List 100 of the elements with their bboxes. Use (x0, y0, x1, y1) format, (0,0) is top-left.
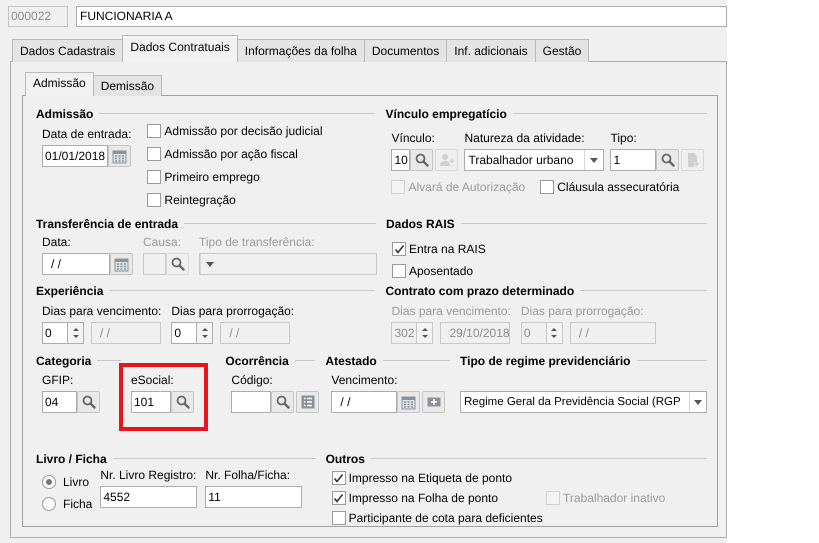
list-icon (300, 395, 315, 409)
field-label: Data: (42, 235, 72, 250)
checkbox[interactable] (332, 471, 346, 485)
checkbox-label: Entra na RAIS (409, 242, 486, 256)
radio-button[interactable] (42, 497, 56, 511)
search-icon (170, 257, 184, 271)
date-field: / / (91, 322, 161, 344)
checkbox-label: Impresso na Folha de ponto (348, 491, 498, 505)
section-title: Ocorrência (225, 354, 289, 368)
tab[interactable]: Documentos (364, 39, 448, 62)
caret-icon (694, 400, 702, 404)
spin-arrows-icon (72, 326, 80, 340)
field-label: Dias para vencimento: (42, 304, 162, 319)
date-field: 29/10/2018 (440, 322, 510, 344)
field-label: Vínculo: (391, 131, 436, 146)
add-button[interactable] (422, 391, 446, 413)
tab[interactable]: Informações da folha (236, 39, 365, 62)
section-title: Transferência de entrada (36, 216, 178, 230)
search-button[interactable] (410, 149, 434, 171)
field-label: Código: (231, 373, 274, 388)
calendar-icon (114, 256, 129, 272)
number-field[interactable]: 0 (171, 322, 196, 344)
name-field[interactable]: FUNCIONARIA A (76, 6, 727, 27)
field-label: Data de entrada: (42, 127, 132, 142)
section-title: Atestado (325, 354, 377, 368)
file-add-icon (686, 152, 700, 168)
field-label: Tipo de transferência: (199, 235, 316, 250)
search-button[interactable] (271, 391, 294, 413)
tab[interactable]: Dados Contratuais (122, 35, 238, 62)
lookup-field[interactable]: 04 (42, 391, 77, 413)
calendar-button[interactable] (110, 253, 133, 275)
checkbox-label: Impresso na Etiqueta de ponto (348, 471, 512, 485)
search-button[interactable] (77, 391, 100, 413)
checkbox-label: Trabalhador inativo (563, 491, 666, 505)
radio-button[interactable] (42, 475, 56, 489)
spin-buttons[interactable] (546, 322, 563, 344)
checkbox[interactable] (392, 264, 406, 278)
list-button[interactable] (296, 391, 320, 413)
tab[interactable]: Dados Cadastrais (12, 39, 124, 62)
dropdown[interactable]: Trabalhador urbano (464, 149, 604, 171)
tab[interactable]: Demissão (92, 75, 162, 96)
checkbox[interactable] (147, 124, 162, 138)
checkbox[interactable] (147, 170, 162, 184)
search-icon (660, 153, 675, 167)
spin-arrows-icon (420, 326, 429, 340)
lookup-field[interactable] (231, 391, 272, 413)
checkbox-label: Aposentado (409, 264, 474, 278)
calendar-icon (401, 394, 416, 410)
date-field: / / (570, 322, 656, 344)
search-button[interactable] (166, 253, 189, 275)
field-label: eSocial: (131, 373, 175, 388)
radio-label: Ficha (63, 497, 92, 511)
checkbox-label: Primeiro emprego (164, 170, 260, 184)
section-title: Vínculo empregatício (385, 106, 507, 120)
checkbox[interactable] (540, 180, 554, 194)
spin-buttons[interactable] (67, 322, 84, 344)
caret-icon (590, 158, 598, 162)
radio-label: Livro (63, 475, 90, 489)
lookup-field[interactable]: 1 (610, 149, 656, 171)
plus-icon (426, 397, 441, 407)
spin-buttons[interactable] (416, 322, 434, 344)
search-icon (414, 153, 429, 167)
checkbox[interactable] (147, 147, 162, 161)
field-label: Nr. Folha/Ficha: (205, 468, 292, 483)
field-label: Tipo: (610, 131, 638, 146)
checkbox[interactable] (332, 491, 346, 505)
code-field: 000022 (8, 6, 68, 27)
tab[interactable]: Admissão (25, 72, 94, 96)
tab[interactable]: Gestão (534, 39, 590, 62)
date-field[interactable]: / / (331, 391, 398, 413)
dropdown[interactable]: Regime Geral da Previdência Social (RGP (460, 391, 707, 413)
number-field[interactable]: 0 (42, 322, 67, 344)
section-title: Experiência (36, 284, 104, 298)
calendar-button[interactable] (108, 145, 131, 167)
tab[interactable]: Inf. adicionais (446, 39, 536, 62)
field-label: Natureza da atividade: (464, 131, 586, 146)
lookup-field[interactable]: 101 (131, 391, 171, 413)
spin-buttons[interactable] (196, 322, 214, 344)
date-field[interactable]: 01/01/2018 (42, 145, 108, 167)
checkbox-label: Alvará de Autorização (408, 180, 526, 194)
text-field[interactable]: 4552 (100, 486, 198, 508)
search-button[interactable] (171, 391, 194, 413)
text-field[interactable]: 11 (205, 486, 302, 508)
field-label: Nr. Livro Registro: (100, 468, 198, 483)
calendar-icon (112, 148, 127, 164)
checkbox[interactable] (332, 511, 346, 525)
field-label: Dias para prorrogação: (171, 304, 294, 319)
calendar-button[interactable] (397, 391, 420, 413)
lookup-field[interactable]: 10 (391, 149, 410, 171)
search-icon (82, 395, 96, 409)
checkbox[interactable] (147, 193, 162, 207)
date-field[interactable]: / / (42, 253, 110, 275)
field-label: GFIP: (42, 373, 74, 388)
caret-icon (206, 262, 214, 266)
section-title: Contrato com prazo determinado (385, 284, 574, 298)
section-title: Tipo de regime previdenciário (460, 354, 630, 368)
field-label: Dias para vencimento: (391, 304, 511, 319)
checkbox[interactable] (392, 242, 406, 256)
section-title: Dados RAIS (386, 216, 455, 230)
search-button[interactable] (656, 149, 680, 171)
